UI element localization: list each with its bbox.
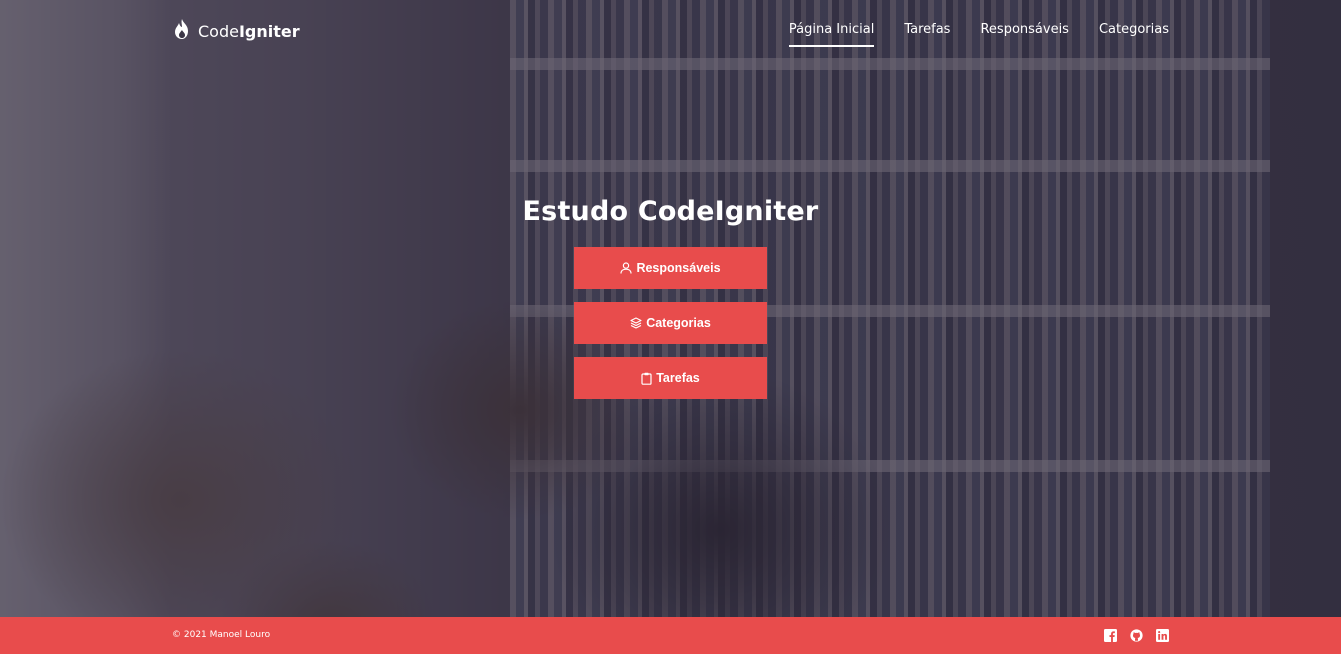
hero-section: Estudo CodeIgniter Responsáveis Categori… [0, 196, 1341, 412]
logo-text-bold: Igniter [238, 21, 300, 41]
categorias-button-label: Categorias [646, 316, 711, 330]
site-header: CodeIgniter Página Inicial Tarefas Respo… [0, 0, 1341, 62]
nav-link-pagina-inicial[interactable]: Página Inicial [788, 22, 875, 47]
linkedin-icon[interactable] [1156, 629, 1169, 642]
page-title: Estudo CodeIgniter [522, 196, 819, 227]
layers-icon [630, 317, 642, 329]
categorias-button[interactable]: Categorias [574, 302, 767, 344]
user-icon [620, 262, 633, 274]
flame-icon [172, 18, 192, 44]
facebook-icon[interactable] [1104, 629, 1117, 642]
responsaveis-button[interactable]: Responsáveis [574, 247, 767, 289]
site-footer: © 2021 Manoel Louro [0, 617, 1341, 654]
nav-link-categorias[interactable]: Categorias [1099, 22, 1169, 47]
clipboard-icon [641, 372, 652, 385]
tarefas-button-label: Tarefas [656, 371, 700, 385]
nav-link-tarefas[interactable]: Tarefas [904, 22, 950, 47]
github-icon[interactable] [1130, 629, 1143, 642]
tarefas-button[interactable]: Tarefas [574, 357, 767, 399]
social-links [1104, 629, 1169, 642]
logo-text-light: Code [198, 21, 239, 41]
nav-link-responsaveis[interactable]: Responsáveis [980, 22, 1068, 47]
responsaveis-button-label: Responsáveis [636, 261, 721, 275]
brand-logo[interactable]: CodeIgniter [172, 18, 300, 44]
copyright-text: © 2021 Manoel Louro [172, 630, 271, 640]
main-nav: Página Inicial Tarefas Responsáveis Cate… [788, 22, 1169, 47]
